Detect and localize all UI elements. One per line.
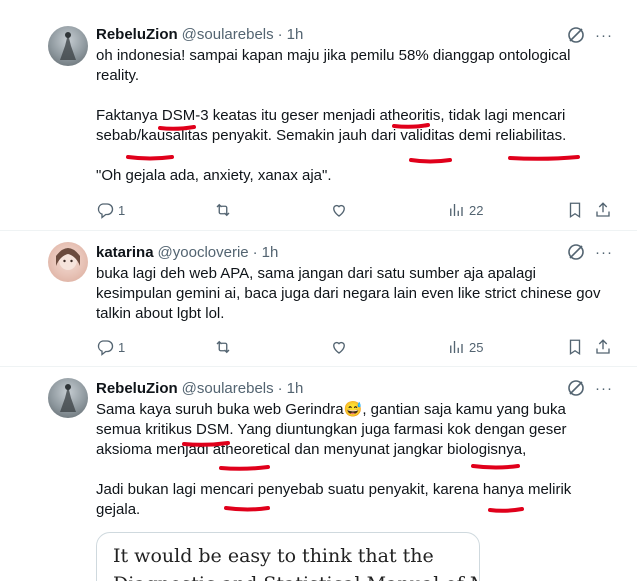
reply-icon xyxy=(97,340,114,356)
text-line: "Oh gejala ada, anxiety, xanax aja". xyxy=(96,167,332,184)
handle[interactable]: @soularebels xyxy=(182,380,274,397)
more-icon[interactable]: ··· xyxy=(594,378,614,398)
tweet-2[interactable]: katarina @yoocloverie · 1h ··· buka lagi… xyxy=(0,231,637,366)
like-icon xyxy=(333,341,345,354)
text-line: talkin about lgbt lol. xyxy=(96,305,225,322)
views-button[interactable]: 25 xyxy=(447,337,483,357)
text-line: sebab/kausalitas penyakit. Semakin jauh … xyxy=(96,127,567,144)
more-icon[interactable]: ··· xyxy=(594,242,614,262)
more-icon[interactable]: ··· xyxy=(594,25,614,45)
share-button[interactable] xyxy=(594,200,612,220)
text-line: gejala. xyxy=(96,501,141,518)
text-line: buka lagi deh web APA, sama jangan dari … xyxy=(96,265,537,282)
avatar[interactable] xyxy=(48,26,88,66)
share-icon xyxy=(596,339,610,354)
text-line: Faktanya DSM-3 keatas itu geser menjadi … xyxy=(96,107,566,124)
tweet-1[interactable]: RebeluZion @soularebels · 1h ··· oh indo… xyxy=(0,0,637,230)
grok-icon[interactable] xyxy=(566,378,586,398)
separator: · xyxy=(277,379,283,397)
reply-count: 1 xyxy=(118,339,126,355)
text-line: oh indonesia! sampai kapan maju jika pem… xyxy=(96,47,571,64)
action-bar: 1 22 xyxy=(96,200,616,220)
separator: · xyxy=(277,25,283,43)
text-line: Sama kaya suruh buka web Gerindra😅, gant… xyxy=(96,400,616,420)
text-line-end: , gantian saja kamu yang buka xyxy=(362,401,566,418)
quote-text-line: Diagnostic and Statistical Manual of Men… xyxy=(113,573,479,581)
tweet-text: Sama kaya suruh buka web Gerindra😅, gant… xyxy=(96,400,616,520)
avatar[interactable] xyxy=(48,242,88,282)
reply-icon xyxy=(97,203,114,219)
sweat-smile-emoji: 😅 xyxy=(343,401,363,418)
like-icon xyxy=(333,204,345,217)
avatar[interactable] xyxy=(48,378,88,418)
views-icon xyxy=(450,204,463,216)
bookmark-button[interactable] xyxy=(566,200,584,220)
text-line: aksioma menjadi atheoretical dan menyuna… xyxy=(96,441,527,458)
text-line: reality. xyxy=(96,67,140,84)
like-button[interactable] xyxy=(330,200,348,220)
views-count: 22 xyxy=(469,202,484,218)
bookmark-icon xyxy=(569,339,581,356)
grok-icon[interactable] xyxy=(566,242,586,262)
quote-text-line: It would be easy to think that the xyxy=(113,545,434,567)
timestamp[interactable]: 1h xyxy=(287,380,304,397)
bookmark-button[interactable] xyxy=(566,337,584,357)
share-button[interactable] xyxy=(594,337,612,357)
display-name[interactable]: RebeluZion xyxy=(96,380,178,397)
timestamp[interactable]: 1h xyxy=(262,244,279,261)
tweet-text: oh indonesia! sampai kapan maju jika pem… xyxy=(96,46,616,186)
like-button[interactable] xyxy=(330,337,348,357)
bookmark-icon xyxy=(569,202,581,219)
separator: · xyxy=(252,243,258,261)
repost-button[interactable] xyxy=(214,337,232,357)
views-count: 25 xyxy=(469,339,484,355)
text-line: kesimpulan gemini ai, baca juga dari neg… xyxy=(96,285,601,302)
reply-count: 1 xyxy=(118,202,126,218)
repost-button[interactable] xyxy=(214,200,232,220)
timestamp[interactable]: 1h xyxy=(287,26,304,43)
text-line: Jadi bukan lagi mencari penyebab suatu p… xyxy=(96,481,572,498)
display-name[interactable]: RebeluZion xyxy=(96,26,178,43)
text-line: semua kritikus DSM. Yang diuntungkan jug… xyxy=(96,421,567,438)
reply-button[interactable]: 1 xyxy=(96,337,125,357)
tweet-header: RebeluZion @soularebels · 1h xyxy=(96,378,303,398)
text-line-start: Sama kaya suruh buka web Gerindra xyxy=(96,401,344,418)
quoted-image-card[interactable]: It would be easy to think that the Diagn… xyxy=(96,532,480,581)
share-icon xyxy=(596,202,610,217)
grok-icon[interactable] xyxy=(566,25,586,45)
reply-button[interactable]: 1 xyxy=(96,200,125,220)
tweet-header: katarina @yoocloverie · 1h xyxy=(96,242,278,262)
repost-icon xyxy=(216,340,230,354)
display-name[interactable]: katarina xyxy=(96,244,154,261)
tweet-header: RebeluZion @soularebels · 1h xyxy=(96,24,303,44)
handle[interactable]: @yoocloverie xyxy=(158,244,249,261)
action-bar: 1 25 xyxy=(96,337,616,357)
repost-icon xyxy=(216,203,230,217)
views-icon xyxy=(450,341,463,353)
handle[interactable]: @soularebels xyxy=(182,26,274,43)
views-button[interactable]: 22 xyxy=(447,200,483,220)
tweet-text: buka lagi deh web APA, sama jangan dari … xyxy=(96,264,616,324)
